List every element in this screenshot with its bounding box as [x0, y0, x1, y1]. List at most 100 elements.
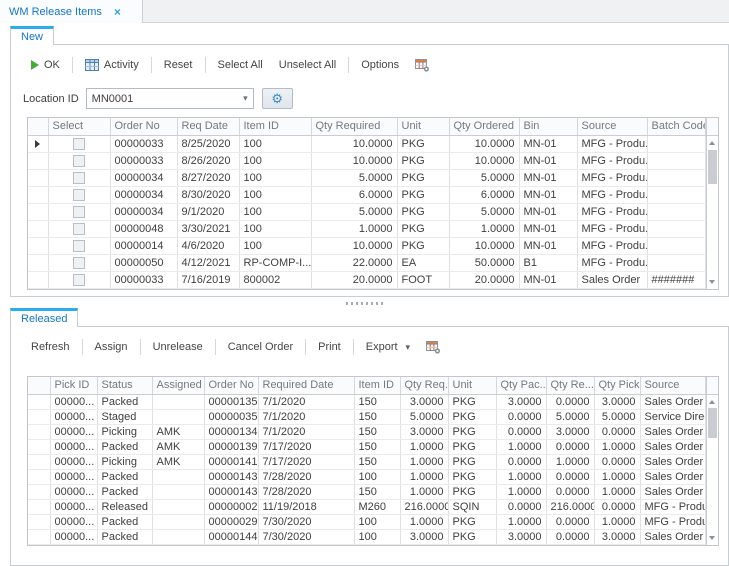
select-cell[interactable] — [48, 152, 110, 169]
table-row[interactable]: 00000...PackedAMK000001397/17/20201501.0… — [28, 439, 705, 454]
cell-pick-id: 00000... — [50, 394, 97, 409]
activity-button[interactable]: Activity — [77, 56, 147, 74]
table-row[interactable]: 000000338/26/202010010.0000PKG10.0000MN-… — [28, 152, 705, 169]
row-checkbox[interactable] — [73, 223, 85, 235]
table-row[interactable]: 00000...Packed000001357/1/20201503.0000P… — [28, 394, 705, 409]
column-header[interactable]: Bin — [519, 118, 577, 135]
column-header[interactable]: Qty Req... — [400, 377, 448, 394]
column-header[interactable]: Item ID — [239, 118, 311, 135]
column-header[interactable]: Qty Ordered — [449, 118, 519, 135]
column-header[interactable]: Qty Pick... — [594, 377, 640, 394]
ok-button[interactable]: OK — [23, 56, 68, 74]
table-row[interactable]: 000000348/30/20201006.0000PKG6.0000MN-01… — [28, 186, 705, 203]
scroll-up-arrow[interactable] — [707, 137, 718, 149]
chevron-down-icon[interactable]: ▾ — [243, 93, 248, 104]
column-header[interactable]: Batch Code — [647, 118, 705, 135]
column-header[interactable]: Assigned ... — [152, 377, 204, 394]
row-checkbox[interactable] — [73, 240, 85, 252]
column-header[interactable]: Order No — [110, 118, 177, 135]
column-header[interactable]: Status — [97, 377, 152, 394]
table-row[interactable]: 00000...Packed000001437/28/20201501.0000… — [28, 484, 705, 499]
released-toolbar: Refresh Assign Unrelease Cancel Order Pr… — [23, 335, 449, 359]
scroll-down-arrow[interactable] — [707, 276, 718, 288]
table-row[interactable]: 000000144/6/202010010.0000PKG10.0000MN-0… — [28, 237, 705, 254]
table-row[interactable]: 00000...Packed000001447/30/20201003.0000… — [28, 529, 705, 544]
vertical-scrollbar[interactable] — [706, 377, 718, 545]
reset-button[interactable]: Reset — [156, 56, 201, 74]
row-checkbox[interactable] — [73, 138, 85, 150]
cell-order-no: 00000029 — [204, 514, 258, 529]
document-tab[interactable]: WM Release Items × — [0, 0, 143, 23]
print-button[interactable]: Print — [310, 338, 349, 356]
select-cell[interactable] — [48, 203, 110, 220]
row-checkbox[interactable] — [73, 274, 85, 286]
export-button-label: Export — [366, 341, 398, 353]
table-row[interactable]: 000000338/25/202010010.0000PKG10.0000MN-… — [28, 135, 705, 152]
table-row[interactable]: 000000504/12/2021RP-COMP-I...22.0000EA50… — [28, 254, 705, 271]
row-indicator-cell — [28, 237, 48, 254]
row-checkbox[interactable] — [73, 206, 85, 218]
column-header[interactable]: Unit — [397, 118, 449, 135]
column-header[interactable]: Req Date — [177, 118, 239, 135]
refresh-button[interactable]: Refresh — [23, 338, 78, 356]
table-row[interactable]: 00000...Packed000000297/30/20201001.0000… — [28, 514, 705, 529]
column-header[interactable]: Select — [48, 118, 110, 135]
grid-settings-button[interactable] — [407, 56, 438, 75]
tab-new[interactable]: New — [10, 26, 54, 45]
table-row[interactable]: 00000...Packed000001437/28/20201001.0000… — [28, 469, 705, 484]
select-cell[interactable] — [48, 169, 110, 186]
table-row[interactable]: 00000...PickingAMK000001347/1/20201503.0… — [28, 424, 705, 439]
options-button[interactable]: Options — [353, 56, 407, 74]
column-header[interactable]: Pick ID — [50, 377, 97, 394]
column-header[interactable]: Source — [640, 377, 705, 394]
panel-splitter[interactable] — [0, 300, 729, 306]
row-checkbox[interactable] — [73, 257, 85, 269]
select-all-button[interactable]: Select All — [210, 56, 271, 74]
table-row[interactable]: 000000337/16/201980000220.0000FOOT20.000… — [28, 271, 705, 288]
select-cell[interactable] — [48, 271, 110, 288]
column-header[interactable]: Source — [577, 118, 647, 135]
row-indicator-cell — [28, 469, 50, 484]
select-cell[interactable] — [48, 254, 110, 271]
select-cell[interactable] — [48, 135, 110, 152]
splitter-grip-dots — [346, 302, 384, 305]
location-settings-button[interactable]: ⚙ — [262, 88, 293, 109]
column-header[interactable]: Qty Pac... — [496, 377, 546, 394]
table-row[interactable]: 000000483/30/20211001.0000PKG1.0000MN-01… — [28, 220, 705, 237]
column-header[interactable]: Unit — [448, 377, 496, 394]
column-header[interactable]: Order No — [204, 377, 258, 394]
unselect-all-button[interactable]: Unselect All — [271, 56, 344, 74]
table-row[interactable]: 00000...Staged000000357/1/20201505.0000P… — [28, 409, 705, 424]
row-checkbox[interactable] — [73, 189, 85, 201]
column-header[interactable]: Qty Required — [311, 118, 397, 135]
row-checkbox[interactable] — [73, 155, 85, 167]
table-row[interactable]: 000000348/27/20201005.0000PKG5.0000MN-01… — [28, 169, 705, 186]
vertical-scrollbar[interactable] — [706, 118, 718, 289]
close-icon[interactable]: × — [114, 6, 121, 18]
assign-button[interactable]: Assign — [87, 338, 136, 356]
column-header[interactable]: Item ID — [354, 377, 400, 394]
cell-qty-required: 10.0000 — [311, 152, 397, 169]
unrelease-button[interactable]: Unrelease — [145, 338, 211, 356]
scrollbar-thumb[interactable] — [708, 150, 717, 184]
row-checkbox[interactable] — [73, 172, 85, 184]
select-cell[interactable] — [48, 237, 110, 254]
scroll-down-arrow[interactable] — [707, 532, 718, 544]
scrollbar-thumb[interactable] — [708, 408, 717, 438]
reset-button-label: Reset — [164, 59, 193, 71]
column-header[interactable]: Required Date — [258, 377, 354, 394]
select-cell[interactable] — [48, 220, 110, 237]
grid-settings-button[interactable] — [418, 338, 449, 357]
table-row[interactable]: 000000349/1/20201005.0000PKG5.0000MN-01M… — [28, 203, 705, 220]
table-row[interactable]: 00000...Released0000000211/19/2018M26021… — [28, 499, 705, 514]
scroll-up-arrow[interactable] — [707, 396, 718, 408]
location-id-combobox[interactable]: MN0001 ▾ — [86, 88, 254, 109]
table-row[interactable]: 00000...PickingAMK000001417/17/20201501.… — [28, 454, 705, 469]
cell-item-id: 100 — [354, 469, 400, 484]
cancel-order-button[interactable]: Cancel Order — [220, 338, 301, 356]
tab-released[interactable]: Released — [10, 308, 78, 327]
column-header[interactable]: Qty Re... — [546, 377, 594, 394]
export-button[interactable]: Export ▾ — [358, 338, 418, 356]
select-cell[interactable] — [48, 186, 110, 203]
cell-qty-required: 3.0000 — [400, 424, 448, 439]
